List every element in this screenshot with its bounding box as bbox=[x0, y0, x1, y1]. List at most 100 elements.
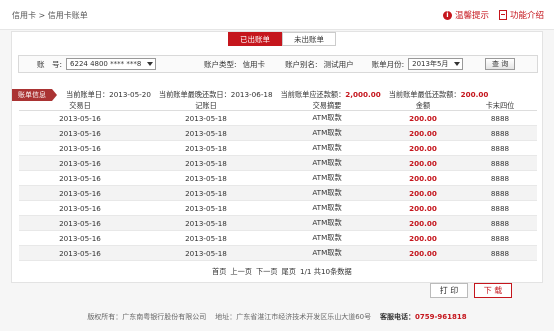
info-icon: i bbox=[442, 10, 452, 20]
trade-date-cell: 2013-05-16 bbox=[59, 233, 101, 243]
summary-cell: ATM取款 bbox=[312, 158, 342, 167]
trade-date-cell: 2013-05-16 bbox=[59, 113, 101, 123]
post-date-cell: 2013-05-18 bbox=[185, 173, 227, 183]
trade-date-cell: 2013-05-16 bbox=[59, 248, 101, 258]
amount-cell: 200.00 bbox=[409, 188, 437, 198]
account-label: 账 号: bbox=[37, 59, 63, 69]
content-panel: 已出账单 未出账单 账 号: 6224 4800 **** ***8 账户类型:… bbox=[11, 31, 543, 283]
trade-date-cell: 2013-05-16 bbox=[59, 188, 101, 198]
amount-cell: 200.00 bbox=[409, 128, 437, 138]
col-trade-date: 交易日 bbox=[69, 101, 91, 110]
trade-date-cell: 2013-05-16 bbox=[59, 158, 101, 168]
last-page-link[interactable]: 尾页 bbox=[282, 267, 296, 277]
summary-cell: ATM取款 bbox=[312, 218, 342, 227]
filter-bar: 账 号: 6224 4800 **** ***8 账户类型: 信用卡 账户别名:… bbox=[18, 55, 538, 73]
card-last4-cell: 8888 bbox=[490, 158, 510, 168]
tab-unissued-bills[interactable]: 未出账单 bbox=[282, 32, 336, 46]
table-header: 交易日 记账日 交易摘要 金额 卡末四位 bbox=[19, 101, 537, 111]
col-summary: 交易摘要 bbox=[312, 101, 342, 110]
card-last4-cell: 8888 bbox=[490, 203, 510, 213]
features-link[interactable]: 功能介绍 bbox=[498, 9, 544, 21]
summary-cell: ATM取款 bbox=[312, 248, 342, 257]
summary-cell: ATM取款 bbox=[312, 233, 342, 242]
table-row: 2013-05-16 2013-05-18 ATM取款 200.00 8888 bbox=[19, 186, 537, 201]
account-value: 6224 4800 **** ***8 bbox=[70, 60, 142, 68]
query-button[interactable]: 查 询 bbox=[485, 58, 516, 70]
post-date-cell: 2013-05-18 bbox=[185, 203, 227, 213]
account-type-label: 账户类型: bbox=[204, 59, 237, 69]
table-row: 2013-05-16 2013-05-18 ATM取款 200.00 8888 bbox=[19, 246, 537, 261]
account-select[interactable]: 6224 4800 **** ***8 bbox=[66, 58, 157, 70]
tab-issued-bills[interactable]: 已出账单 bbox=[228, 32, 282, 46]
table-row: 2013-05-16 2013-05-18 ATM取款 200.00 8888 bbox=[19, 126, 537, 141]
card-last4-cell: 8888 bbox=[490, 173, 510, 183]
phone-label: 客服电话： bbox=[380, 313, 416, 321]
bill-month-label: 账单月份: bbox=[371, 59, 405, 69]
due-amount-label: 当前账单应还款额： bbox=[280, 89, 346, 99]
transactions-table: 交易日 记账日 交易摘要 金额 卡末四位 2013-05-16 2013-05-1… bbox=[19, 101, 537, 261]
amount-cell: 200.00 bbox=[409, 143, 437, 153]
card-last4-cell: 8888 bbox=[490, 143, 510, 153]
chevron-down-icon bbox=[454, 62, 461, 66]
tips-link[interactable]: i 温馨提示 bbox=[442, 9, 489, 21]
summary-cell: ATM取款 bbox=[312, 188, 342, 197]
trade-date-cell: 2013-05-16 bbox=[59, 218, 101, 228]
post-date-cell: 2013-05-18 bbox=[185, 233, 227, 243]
bill-month-value: 2013年5月 bbox=[412, 60, 449, 68]
summary-cell: ATM取款 bbox=[312, 128, 342, 137]
summary-cell: ATM取款 bbox=[312, 203, 342, 212]
first-page-link[interactable]: 首页 bbox=[212, 267, 226, 277]
features-label: 功能介绍 bbox=[509, 11, 544, 21]
due-date: 当前账单最晚还款日：2013-06-18 bbox=[158, 89, 273, 99]
tips-label: 温馨提示 bbox=[454, 11, 489, 21]
bill-date: 当前账单日：2013-05-20 bbox=[66, 89, 151, 99]
trade-date-cell: 2013-05-16 bbox=[59, 143, 101, 153]
col-post-date: 记账日 bbox=[195, 101, 217, 110]
table-row: 2013-05-16 2013-05-18 ATM取款 200.00 8888 bbox=[19, 171, 537, 186]
page-info: 1/1 共10条数据 bbox=[299, 267, 352, 276]
card-last4-cell: 8888 bbox=[490, 218, 510, 228]
account-type-value: 信用卡 bbox=[242, 59, 266, 69]
col-card-last4: 卡末四位 bbox=[485, 101, 515, 110]
trade-date-cell: 2013-05-16 bbox=[59, 173, 101, 183]
amount-cell: 200.00 bbox=[409, 113, 437, 123]
post-date-cell: 2013-05-18 bbox=[185, 248, 227, 258]
footer: 版权所有：广东南粤银行股份有限公司 地址：广东省湛江市经济技术开发区乐山大道60… bbox=[0, 312, 554, 322]
card-last4-cell: 8888 bbox=[490, 248, 510, 258]
prev-page-link[interactable]: 上一页 bbox=[230, 267, 252, 277]
post-date-cell: 2013-05-18 bbox=[185, 143, 227, 153]
post-date-cell: 2013-05-18 bbox=[185, 113, 227, 123]
phone-number: 0759-961818 bbox=[415, 313, 467, 321]
amount-cell: 200.00 bbox=[409, 233, 437, 243]
table-row: 2013-05-16 2013-05-18 ATM取款 200.00 8888 bbox=[19, 156, 537, 171]
download-button[interactable]: 下 载 bbox=[474, 283, 512, 298]
breadcrumb: 信用卡 > 信用卡账单 bbox=[12, 11, 88, 20]
card-last4-cell: 8888 bbox=[490, 188, 510, 198]
top-links: i 温馨提示 功能介绍 bbox=[442, 9, 544, 21]
col-amount: 金额 bbox=[415, 101, 431, 110]
print-button[interactable]: 打 印 bbox=[430, 283, 468, 298]
summary-cell: ATM取款 bbox=[312, 173, 342, 182]
bill-month-select[interactable]: 2013年5月 bbox=[408, 58, 464, 70]
bill-summary: 账单信息 当前账单日：2013-05-20 当前账单最晚还款日：2013-06-… bbox=[12, 88, 542, 101]
card-last4-cell: 8888 bbox=[490, 128, 510, 138]
amount-cell: 200.00 bbox=[409, 158, 437, 168]
chevron-down-icon bbox=[147, 62, 154, 66]
copyright: 版权所有：广东南粤银行股份有限公司 bbox=[87, 313, 207, 321]
due-amount: 2,000.00 bbox=[345, 90, 381, 99]
post-date-cell: 2013-05-18 bbox=[185, 218, 227, 228]
next-page-link[interactable]: 下一页 bbox=[256, 267, 278, 277]
document-icon bbox=[498, 10, 507, 20]
bill-info-tag: 账单信息 bbox=[12, 88, 57, 101]
card-last4-cell: 8888 bbox=[490, 113, 510, 123]
post-date-cell: 2013-05-18 bbox=[185, 188, 227, 198]
top-bar: 信用卡 > 信用卡账单 i 温馨提示 功能介绍 bbox=[0, 0, 554, 30]
trade-date-cell: 2013-05-16 bbox=[59, 203, 101, 213]
table-row: 2013-05-16 2013-05-18 ATM取款 200.00 8888 bbox=[19, 111, 537, 126]
post-date-cell: 2013-05-18 bbox=[185, 158, 227, 168]
table-row: 2013-05-16 2013-05-18 ATM取款 200.00 8888 bbox=[19, 201, 537, 216]
post-date-cell: 2013-05-18 bbox=[185, 128, 227, 138]
card-last4-cell: 8888 bbox=[490, 233, 510, 243]
table-row: 2013-05-16 2013-05-18 ATM取款 200.00 8888 bbox=[19, 231, 537, 246]
table-row: 2013-05-16 2013-05-18 ATM取款 200.00 8888 bbox=[19, 141, 537, 156]
